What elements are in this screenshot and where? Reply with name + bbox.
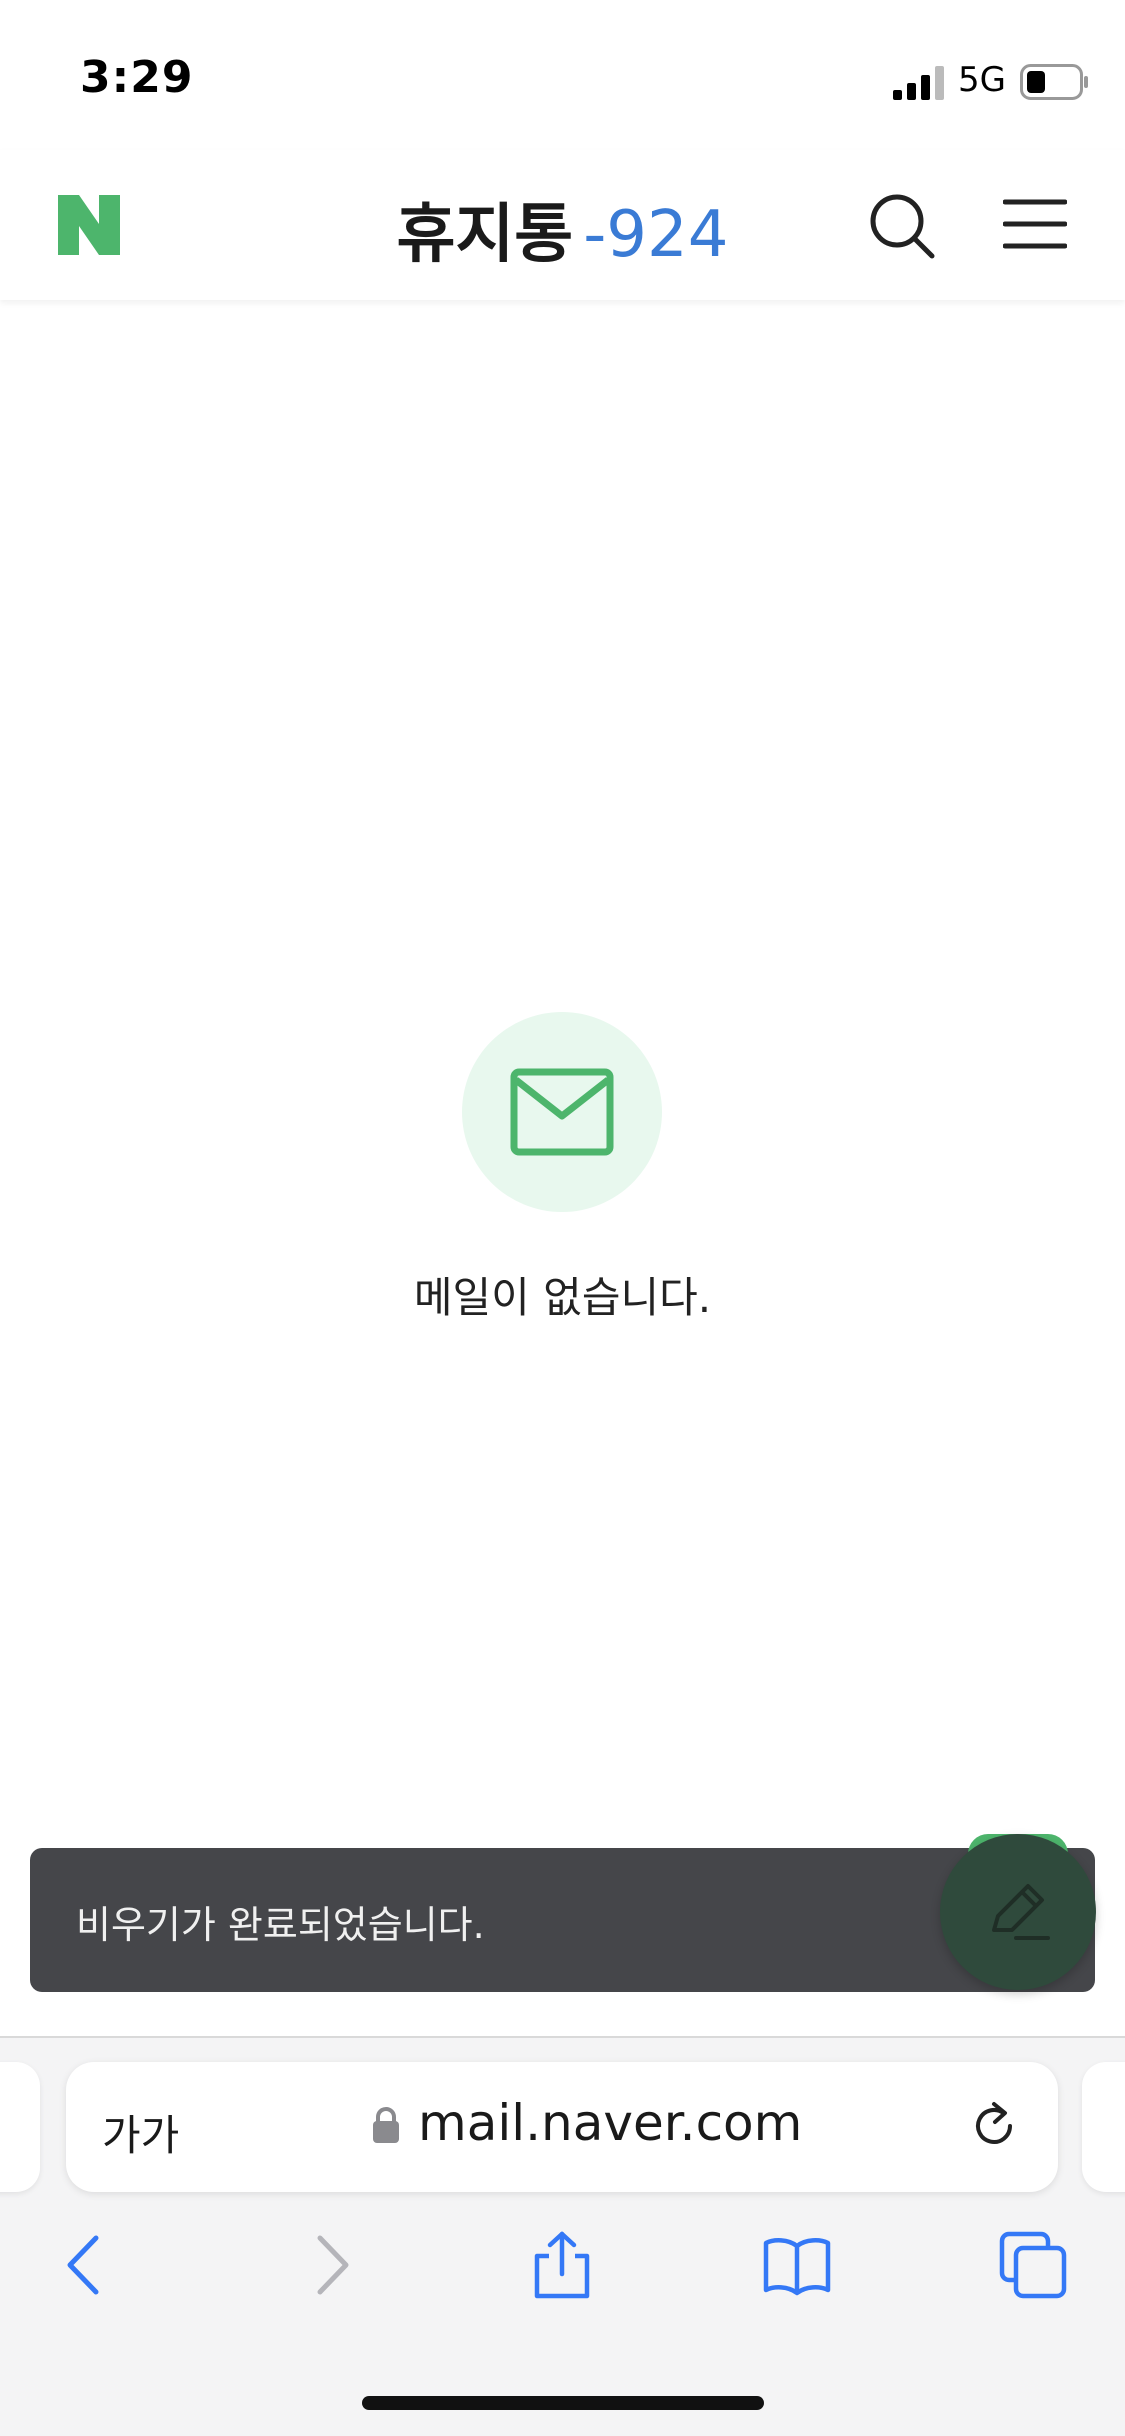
empty-state-message: 메일이 없습니다. xyxy=(413,1273,712,1322)
page-title: 휴지통 -924 xyxy=(0,183,1125,275)
app-header: 휴지통 -924 xyxy=(0,150,1125,300)
status-time: 3:29 xyxy=(80,52,194,103)
compose-button[interactable] xyxy=(940,1834,1096,1990)
back-icon[interactable] xyxy=(52,2230,122,2300)
reload-icon[interactable] xyxy=(966,2098,1022,2154)
mail-icon xyxy=(510,1068,614,1156)
text-size-button[interactable]: 가가 xyxy=(102,2102,179,2163)
previous-tab-peek[interactable] xyxy=(0,2062,40,2192)
tabs-icon[interactable] xyxy=(998,2230,1068,2300)
lock-icon xyxy=(373,2107,399,2143)
menu-icon[interactable] xyxy=(1003,198,1067,250)
forward-icon[interactable] xyxy=(294,2230,364,2300)
status-bar: 3:29 5G xyxy=(0,0,1125,150)
share-icon[interactable] xyxy=(527,2230,597,2300)
toast: 비우기가 완료되었습니다. xyxy=(30,1848,1095,1992)
pencil-icon xyxy=(992,1884,1050,1940)
empty-state-icon xyxy=(462,1012,662,1212)
folder-name: 휴지통 xyxy=(396,198,574,272)
toast-message: 비우기가 완료되었습니다. xyxy=(76,1903,485,1947)
mail-count: -924 xyxy=(583,198,729,272)
next-tab-peek[interactable] xyxy=(1082,2062,1125,2192)
url-text: mail.naver.com xyxy=(418,2094,803,2152)
battery-icon xyxy=(1020,64,1088,100)
home-indicator xyxy=(362,2396,764,2410)
address-bar[interactable]: 가가 mail.naver.com xyxy=(66,2062,1058,2192)
signal-icon xyxy=(893,66,944,100)
bookmarks-icon[interactable] xyxy=(762,2230,832,2300)
search-icon[interactable] xyxy=(868,192,936,260)
network-label: 5G xyxy=(958,60,1006,100)
